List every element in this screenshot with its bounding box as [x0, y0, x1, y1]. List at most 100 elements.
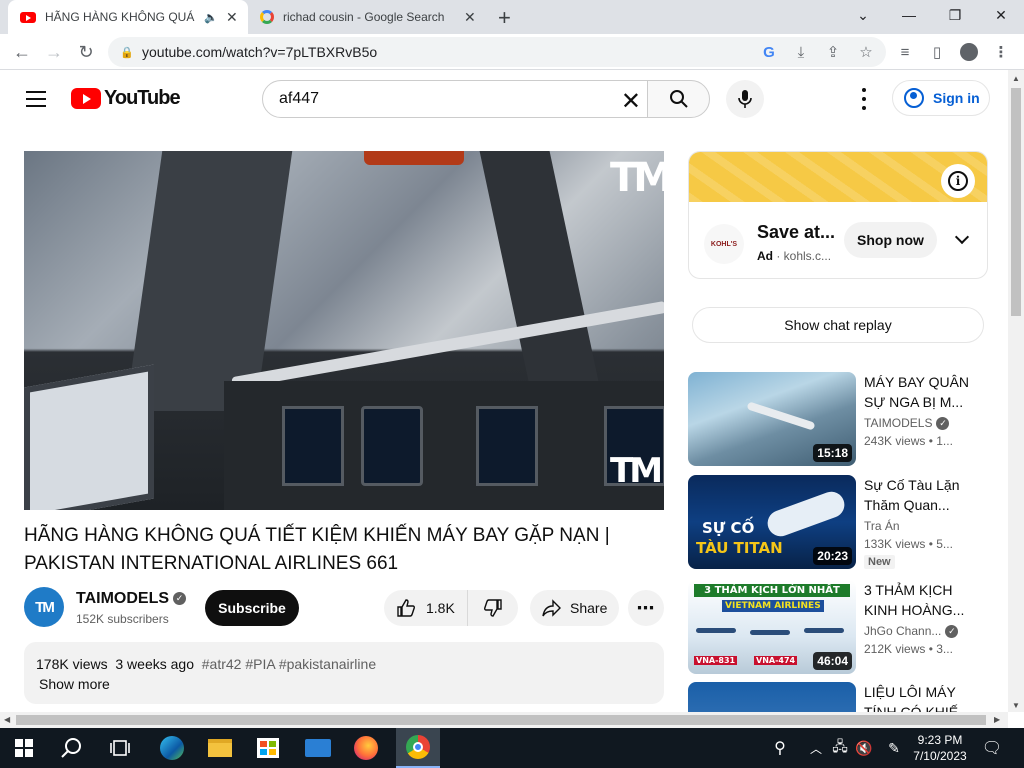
- start-button[interactable]: [8, 732, 40, 764]
- channel-name-text[interactable]: TAIMODELS: [76, 590, 169, 607]
- video-duration: 15:18: [813, 444, 852, 462]
- pen-workspace-icon[interactable]: ✎: [878, 732, 910, 764]
- side-panel-icon[interactable]: ▯: [926, 41, 948, 63]
- recommended-title[interactable]: MÁY BAY QUÂN SỰ NGA BỊ M...: [864, 372, 974, 412]
- hashtags[interactable]: #atr42 #PIA #pakistanairline: [202, 656, 376, 672]
- back-button[interactable]: ←: [9, 39, 35, 65]
- video-player[interactable]: TM TM: [24, 151, 664, 510]
- search-box[interactable]: ✕: [262, 80, 648, 118]
- recommended-video[interactable]: LIỆU LÔI MÁY TÍNH CÓ KHIẾ...: [688, 682, 988, 712]
- close-tab-icon[interactable]: ✕: [226, 9, 238, 26]
- file-explorer-icon[interactable]: [204, 732, 236, 764]
- ad-card[interactable]: i KOHL'S Save at... Ad · kohls.c... Shop…: [688, 151, 988, 279]
- thumbnail-text: SỰ CỐ: [702, 519, 755, 537]
- recommended-video[interactable]: 3 THẢM KỊCH LỚN NHẤT VIETNAM AIRLINES VN…: [688, 580, 988, 676]
- taskbar-search-button[interactable]: [56, 732, 88, 764]
- firefox-icon[interactable]: [350, 732, 382, 764]
- ad-title[interactable]: Save at...: [757, 222, 835, 243]
- like-button[interactable]: 1.8K: [384, 590, 468, 626]
- recommended-video[interactable]: 15:18 MÁY BAY QUÂN SỰ NGA BỊ M... TAIMOD…: [688, 372, 988, 468]
- video-thumbnail[interactable]: 15:18: [688, 372, 856, 466]
- speaker-icon[interactable]: 🔈: [204, 11, 218, 24]
- description-box[interactable]: 178K views 3 weeks ago #atr42 #PIA #paki…: [24, 642, 664, 704]
- video-thumbnail[interactable]: [688, 682, 856, 712]
- browser-menu-icon[interactable]: ⋮: [990, 41, 1012, 63]
- vertical-scrollbar[interactable]: ▲ ▼: [1008, 70, 1024, 712]
- notifications-icon[interactable]: 🗨: [976, 732, 1008, 764]
- channel-name-text[interactable]: TAIMODELS: [864, 416, 932, 430]
- restore-button[interactable]: ❐: [932, 0, 978, 30]
- tab-search-chevron-icon[interactable]: ⌄: [840, 0, 886, 30]
- url-text: youtube.com/watch?v=7pLTBXRvB5o: [142, 44, 378, 60]
- media-control-icon[interactable]: ≡: [894, 41, 916, 63]
- voice-search-button[interactable]: [726, 80, 764, 118]
- video-thumbnail[interactable]: SỰ CỐ TÀU TITAN 20:23: [688, 475, 856, 569]
- verified-icon: ✓: [173, 592, 187, 606]
- recommended-views: 133K views • 5...: [864, 537, 953, 551]
- profile-icon[interactable]: [958, 41, 980, 63]
- chevron-down-icon[interactable]: [954, 229, 970, 245]
- sign-in-button[interactable]: Sign in: [892, 80, 990, 116]
- channel-name-text[interactable]: JhGo Chann...: [864, 624, 941, 638]
- tab-google-search[interactable]: richad cousin - Google Search ✕: [250, 0, 488, 34]
- description-meta: 178K views 3 weeks ago #atr42 #PIA #paki…: [36, 656, 376, 672]
- more-actions-button[interactable]: ⋯: [628, 590, 664, 626]
- search-input[interactable]: [279, 90, 599, 108]
- horizontal-scrollbar[interactable]: ◀ ▶: [0, 712, 1008, 728]
- reload-button[interactable]: ↻: [73, 39, 99, 65]
- ad-info-button[interactable]: i: [941, 164, 975, 198]
- youtube-logo-text[interactable]: YouTube: [104, 87, 181, 110]
- guide-menu-icon[interactable]: [26, 91, 46, 107]
- close-window-button[interactable]: ✕: [978, 0, 1024, 30]
- scroll-down-arrow-icon[interactable]: ▼: [1012, 701, 1020, 710]
- plane-shape: [696, 628, 736, 633]
- new-tab-button[interactable]: +: [498, 5, 511, 31]
- show-chat-replay-button[interactable]: Show chat replay: [692, 307, 984, 343]
- settings-more-icon[interactable]: [854, 88, 874, 110]
- show-more-link[interactable]: Show more: [39, 676, 110, 692]
- youtube-logo-icon[interactable]: [71, 88, 101, 109]
- edge-taskbar-icon[interactable]: [156, 732, 188, 764]
- tab-youtube[interactable]: HÃNG HÀNG KHÔNG QUÁ T 🔈 ✕: [8, 0, 248, 34]
- shop-now-button[interactable]: Shop now: [844, 222, 937, 258]
- mail-icon[interactable]: [302, 732, 334, 764]
- recommended-title[interactable]: LIỆU LÔI MÁY TÍNH CÓ KHIẾ...: [864, 682, 974, 712]
- share-page-icon[interactable]: ⇪: [822, 41, 844, 63]
- clear-search-icon[interactable]: ✕: [621, 87, 641, 116]
- recommended-channel[interactable]: JhGo Chann... ✓: [864, 624, 959, 639]
- search-button[interactable]: [647, 80, 710, 118]
- lock-icon[interactable]: 🔒: [120, 46, 134, 59]
- minimize-button[interactable]: —: [886, 0, 932, 30]
- share-button[interactable]: Share: [530, 590, 619, 626]
- scrollbar-thumb[interactable]: [16, 715, 986, 725]
- scroll-right-arrow-icon[interactable]: ▶: [994, 715, 1000, 724]
- browser-toolbar: ← → ↻ 🔒 youtube.com/watch?v=7pLTBXRvB5o …: [0, 34, 1024, 70]
- scrollbar-thumb[interactable]: [1011, 88, 1021, 316]
- scroll-up-arrow-icon[interactable]: ▲: [1012, 74, 1020, 83]
- subscribe-button[interactable]: Subscribe: [205, 590, 299, 626]
- plane-shape: [804, 628, 844, 633]
- volume-muted-icon[interactable]: 🔇: [848, 732, 880, 764]
- video-thumbnail[interactable]: 3 THẢM KỊCH LỚN NHẤT VIETNAM AIRLINES VN…: [688, 580, 856, 674]
- scroll-left-arrow-icon[interactable]: ◀: [4, 715, 10, 724]
- dislike-button[interactable]: [468, 590, 518, 626]
- system-clock[interactable]: 9:23 PM 7/10/2023: [908, 732, 972, 764]
- task-view-button[interactable]: [104, 732, 136, 764]
- install-app-icon[interactable]: ⤓: [790, 41, 812, 63]
- chrome-taskbar-icon[interactable]: [396, 728, 440, 768]
- recommended-title[interactable]: Sự Cố Tàu Lặn Thăm Quan...: [864, 475, 974, 515]
- people-icon[interactable]: ⚲: [764, 732, 796, 764]
- recommended-channel[interactable]: Tra Án: [864, 519, 900, 533]
- recommended-channel[interactable]: TAIMODELS ✓: [864, 416, 950, 431]
- recommended-title[interactable]: 3 THẢM KỊCH KINH HOÀNG...: [864, 580, 974, 620]
- close-tab-icon[interactable]: ✕: [464, 9, 476, 26]
- overhead-strap: [364, 151, 464, 165]
- channel-avatar[interactable]: TM: [24, 587, 64, 627]
- bookmark-star-icon[interactable]: ☆: [855, 41, 877, 63]
- channel-name[interactable]: TAIMODELS ✓: [76, 590, 187, 608]
- recommended-video[interactable]: SỰ CỐ TÀU TITAN 20:23 Sự Cố Tàu Lặn Thăm…: [688, 475, 988, 571]
- ad-domain: kohls.c...: [783, 249, 832, 263]
- google-lens-icon[interactable]: G: [758, 41, 780, 63]
- store-icon[interactable]: [252, 732, 284, 764]
- forward-button[interactable]: →: [41, 39, 67, 65]
